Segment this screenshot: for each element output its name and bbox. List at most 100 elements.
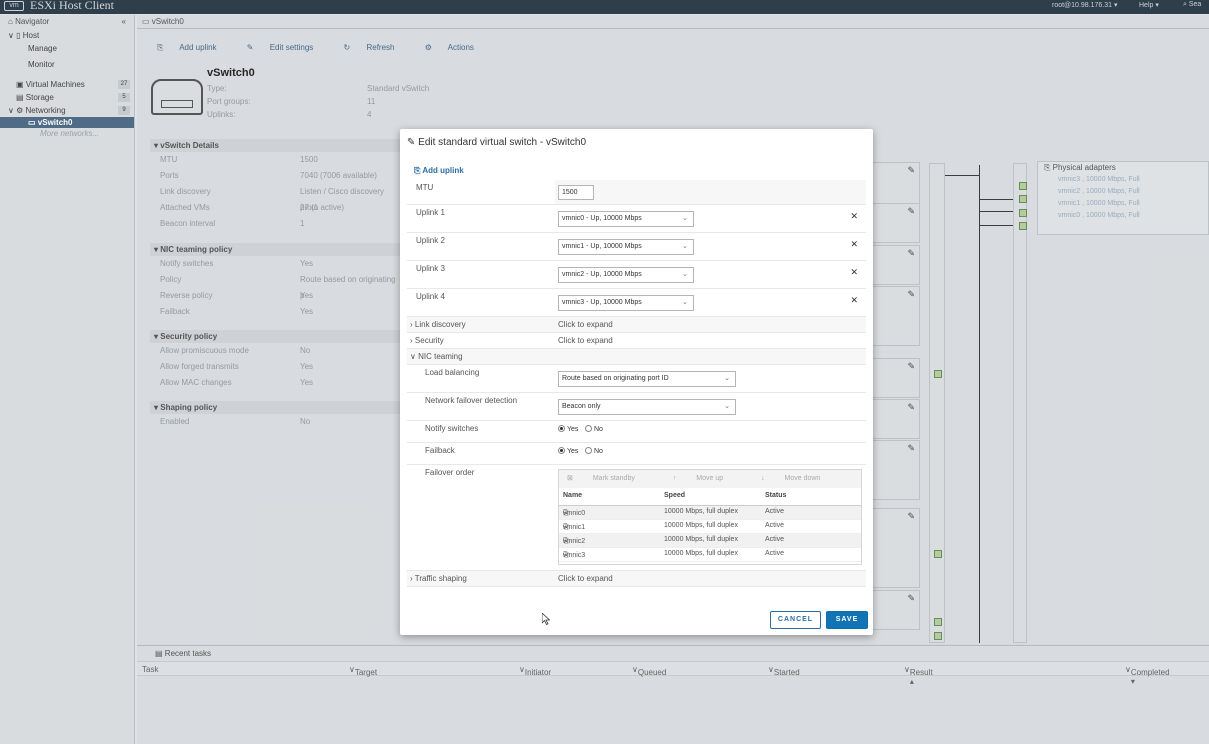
collapse-icon[interactable]: « [122,15,126,29]
chevron-down-icon[interactable]: ∨ [8,31,14,40]
pencil-icon: ✎ [246,43,254,52]
nav-item-more-networks[interactable]: More networks... [0,128,134,139]
uplink-4-select[interactable]: vmnic3 - Up, 10000 Mbps ⌄ [558,295,694,311]
help-menu[interactable]: Help ▾ [1139,1,1159,9]
add-uplink-button[interactable]: ⎘ Add uplink [157,43,231,52]
traffic-shaping-toggle[interactable]: › Traffic shaping [410,574,467,583]
column-status[interactable]: Status [765,492,786,499]
security-row[interactable]: › Security Click to expand [407,333,866,349]
chevron-right-icon: › [410,336,413,345]
remove-uplink-icon[interactable]: ✕ [850,239,858,250]
refresh-button[interactable]: ↻ Refresh [344,43,409,52]
load-balancing-select[interactable]: Route based on originating port ID ⌄ [558,371,736,387]
cancel-button[interactable]: CANCEL [770,611,821,629]
link-discovery-row[interactable]: › Link discovery Click to expand [407,317,866,333]
uplink-2-select[interactable]: vmnic1 - Up, 10000 Mbps ⌄ [558,239,694,255]
chevron-down-icon[interactable]: ∨ [8,106,14,115]
pencil-icon[interactable]: ✎ [907,593,915,604]
table-row[interactable]: ⎘ vmnic0 10000 Mbps, full duplex Active [559,506,861,520]
port-dot [934,550,942,558]
nav-item-networking[interactable]: ∨ ⚙ Networking 9 [0,104,134,117]
pencil-icon[interactable]: ✎ [907,402,915,413]
table-row[interactable]: ⎘ vmnic1 10000 Mbps, full duplex Active [559,520,861,534]
portgroup-box: ✎ [872,508,920,588]
column-speed[interactable]: Speed [664,492,685,499]
notify-switches-yes-radio[interactable]: Yes [558,425,578,433]
link-discovery-toggle[interactable]: › Link discovery [410,320,466,329]
security-value[interactable]: Click to expand [558,336,613,345]
move-up-button[interactable]: ↑ Move up [673,475,741,482]
traffic-shaping-value[interactable]: Click to expand [558,574,613,583]
column-result[interactable]: ∨ Result ▴ [904,665,933,686]
chevron-right-icon: › [410,574,413,583]
connector-line [979,165,980,643]
section-header[interactable]: ▾ vSwitch Details [150,139,400,152]
column-name[interactable]: Name [563,492,582,499]
host-icon: ▯ [16,31,21,40]
notify-switches-no-radio[interactable]: No [585,425,603,433]
column-started[interactable]: ∨ Started [768,665,800,677]
mark-standby-button[interactable]: ⊠ Mark standby [567,475,653,482]
detail-row: Beacon interval 1 [160,219,305,228]
column-queued[interactable]: ∨ Queued [632,665,666,677]
remove-uplink-icon[interactable]: ✕ [850,211,858,222]
search-icon: ⌕ [1183,1,1187,8]
load-balancing-label: Load balancing [425,368,480,377]
add-uplink-link[interactable]: ⎘ Add uplink [414,166,464,176]
failover-detection-select[interactable]: Beacon only ⌄ [558,399,736,415]
physical-adapter-item[interactable]: vmnic3 , 10000 Mbps, Full [1038,174,1208,186]
section-header[interactable]: ▾ Security policy [150,330,400,343]
mtu-row: MTU 1500 [407,180,866,205]
recent-tasks-header[interactable]: ▤ Recent tasks [137,646,1209,661]
link-discovery-value[interactable]: Click to expand [558,320,613,329]
nav-item-storage[interactable]: ▤ Storage 5 [0,91,134,104]
failback-row: Failback Yes No [407,443,866,465]
failback-yes-radio[interactable]: Yes [558,447,578,455]
actions-button[interactable]: ⚙ Actions [425,43,488,52]
user-menu[interactable]: root@10.98.176.31 ▾ [1052,1,1118,9]
uplink-3-select[interactable]: vmnic2 - Up, 10000 Mbps ⌄ [558,267,694,283]
vswitch-prop-labels: Type: Port groups: Uplinks: [207,84,251,119]
column-initiator[interactable]: ∨ Initiator [519,665,551,677]
pencil-icon[interactable]: ✎ [907,511,915,522]
mtu-input[interactable]: 1500 [558,185,594,200]
nav-item-manage[interactable]: Manage [0,42,134,55]
table-row[interactable]: ⎘ vmnic3 10000 Mbps, full duplex Active [559,548,861,562]
uplink-1-select[interactable]: vmnic0 - Up, 10000 Mbps ⌄ [558,211,694,227]
column-target[interactable]: ∨ Target [349,665,377,677]
table-row[interactable]: ⎘ vmnic2 10000 Mbps, full duplex Active [559,534,861,548]
pencil-icon[interactable]: ✎ [907,361,915,372]
nav-item-vswitch0[interactable]: ▭ vSwitch0 [0,117,134,128]
tasks-icon: ▤ [155,649,163,658]
remove-uplink-icon[interactable]: ✕ [850,267,858,278]
physical-adapter-item[interactable]: vmnic2 , 10000 Mbps, Full [1038,186,1208,198]
pencil-icon[interactable]: ✎ [907,206,915,217]
physical-adapter-item[interactable]: vmnic1 , 10000 Mbps, Full [1038,198,1208,210]
column-completed[interactable]: ∨ Completed ▾ [1125,665,1170,686]
remove-uplink-icon[interactable]: ✕ [850,295,858,306]
nic-teaming-toggle[interactable]: ∨ NIC teaming [410,352,463,361]
section-header[interactable]: ▾ NIC teaming policy [150,243,400,256]
column-task[interactable]: Task [142,665,158,674]
physical-adapter-item[interactable]: vmnic0 , 10000 Mbps, Full [1038,210,1208,222]
nav-item-virtual-machines[interactable]: ▣ Virtual Machines 27 [0,78,134,91]
nic-teaming-row[interactable]: ∨ NIC teaming [407,349,866,365]
nav-item-host[interactable]: ∨ ▯ Host [0,29,134,42]
section-header[interactable]: ▾ Shaping policy [150,401,400,414]
recent-tasks-panel: ▤ Recent tasks Task ∨ Target ∨ Initiator… [137,645,1209,744]
chevron-down-icon: ∨ [410,352,416,361]
failback-no-radio[interactable]: No [585,447,603,455]
port-dot [934,618,942,626]
search-box[interactable]: ⌕ Sea [1183,1,1201,9]
nav-item-monitor[interactable]: Monitor [0,58,134,71]
edit-settings-button[interactable]: ✎ Edit settings [247,43,328,52]
pencil-icon[interactable]: ✎ [907,248,915,259]
pencil-icon[interactable]: ✎ [907,165,915,176]
security-toggle[interactable]: › Security [410,336,444,345]
move-down-button[interactable]: ↓ Move down [761,475,838,482]
pencil-icon[interactable]: ✎ [907,289,915,300]
tab-vswitch0[interactable]: ▭ vSwitch0 [137,15,1209,29]
traffic-shaping-row[interactable]: › Traffic shaping Click to expand [407,571,866,587]
pencil-icon[interactable]: ✎ [907,443,915,454]
save-button[interactable]: SAVE [826,611,868,629]
